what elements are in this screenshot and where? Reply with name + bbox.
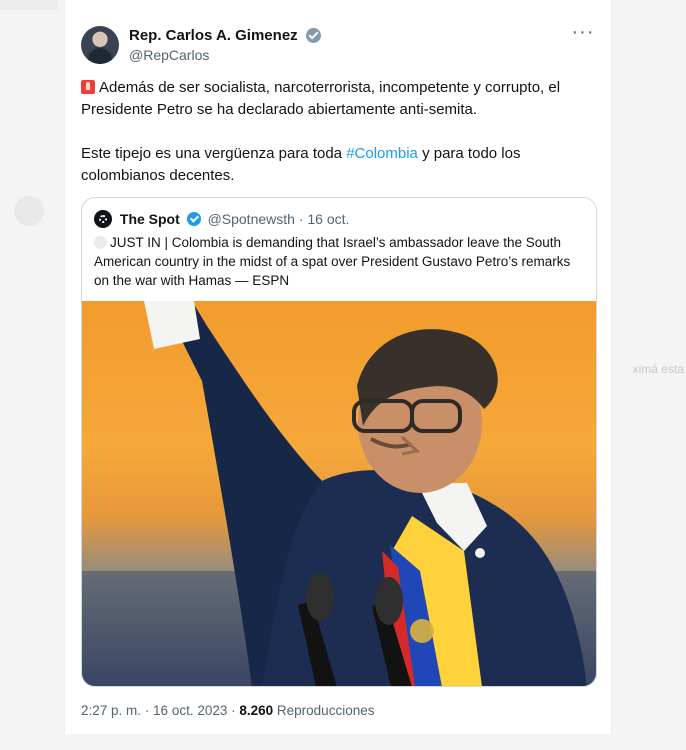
quoted-tweet-header: The Spot @Spotnewsth · 16 oct. — [94, 210, 349, 228]
hashtag-link[interactable]: #Colombia — [346, 145, 418, 162]
author-name-block: Rep. Carlos A. Gimenez @RepCarlos — [129, 27, 322, 64]
views-label: Reproducciones — [273, 703, 375, 718]
spot-logo-icon — [94, 210, 112, 228]
more-horizontal-icon[interactable]: ··· — [571, 22, 595, 46]
blue-verified-icon — [186, 212, 201, 226]
avatar-figure — [88, 48, 112, 64]
meta-separator-1: · — [141, 703, 154, 718]
background-faded-avatar — [14, 196, 44, 226]
tweet-paragraph-1-text: Además de ser socialista, narcoterrorist… — [81, 79, 561, 118]
tweet-body: Además de ser socialista, narcoterrorist… — [81, 77, 601, 209]
president-photo-illustration — [82, 301, 596, 686]
background-faded-line — [0, 0, 58, 10]
views-count: 8.260 — [239, 703, 274, 718]
quoted-tweet-image[interactable] — [82, 301, 596, 686]
quoted-tweet-text: JUST IN | Colombia is demanding that Isr… — [94, 233, 586, 290]
quoted-date[interactable]: 16 oct. — [307, 211, 349, 227]
quoted-text-content: JUST IN | Colombia is demanding that Isr… — [94, 235, 571, 288]
government-verified-icon — [306, 27, 322, 43]
quoted-author-handle[interactable]: @Spotnewsth — [208, 211, 295, 227]
quoted-tweet[interactable]: The Spot @Spotnewsth · 16 oct. JUST IN |… — [81, 197, 597, 687]
meta-separator-2: · — [227, 703, 240, 718]
white-circle-icon — [94, 236, 107, 249]
background-faded-text: ximá esta — [632, 362, 684, 376]
author-handle[interactable]: @RepCarlos — [129, 46, 321, 64]
tweet-time[interactable]: 2:27 p. m. — [81, 703, 141, 718]
tweet-paragraph-2-before: Este tipejo es una vergüenza para toda — [81, 145, 347, 162]
tweet-card: Rep. Carlos A. Gimenez @RepCarlos ··· Ad… — [64, 0, 612, 734]
siren-icon — [81, 80, 95, 94]
tweet-paragraph-1: Además de ser socialista, narcoterrorist… — [81, 77, 601, 121]
author-avatar[interactable] — [81, 26, 119, 64]
tweet-meta: 2:27 p. m. · 16 oct. 2023 · 8.260 Reprod… — [81, 702, 374, 720]
tweet-date[interactable]: 16 oct. 2023 — [153, 703, 227, 718]
author-display-name[interactable]: Rep. Carlos A. Gimenez — [129, 27, 298, 45]
tweet-paragraph-2: Este tipejo es una vergüenza para toda #… — [81, 143, 601, 187]
quoted-author-name[interactable]: The Spot — [120, 211, 180, 227]
tweet-header: Rep. Carlos A. Gimenez @RepCarlos ··· — [81, 22, 595, 66]
